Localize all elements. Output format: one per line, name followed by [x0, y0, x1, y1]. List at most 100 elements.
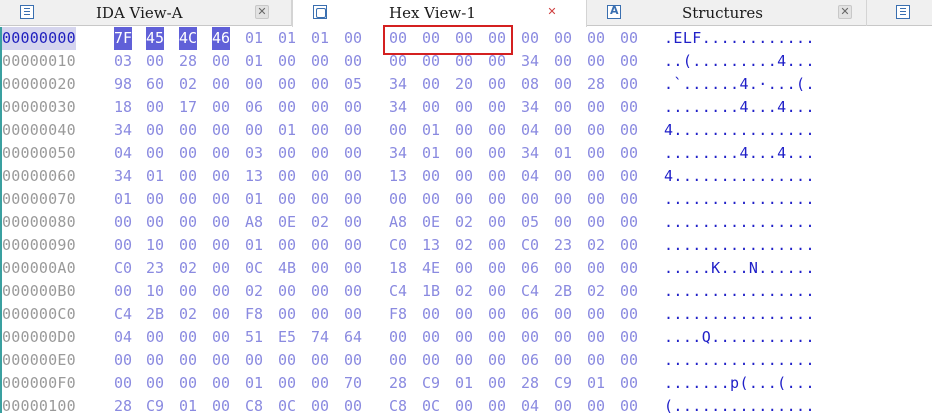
- hex-byte[interactable]: 00: [422, 326, 440, 349]
- hex-byte[interactable]: 00: [587, 349, 605, 372]
- hex-byte[interactable]: 00: [212, 372, 230, 395]
- hex-byte[interactable]: 00: [587, 96, 605, 119]
- hex-byte[interactable]: 00: [311, 395, 329, 413]
- hex-byte[interactable]: 00: [278, 372, 296, 395]
- hex-byte[interactable]: 00: [114, 349, 132, 372]
- hex-byte[interactable]: 00: [521, 188, 539, 211]
- hex-byte[interactable]: 00: [311, 188, 329, 211]
- hex-byte[interactable]: C4: [521, 280, 539, 303]
- hex-byte[interactable]: 00: [620, 257, 638, 280]
- hex-byte[interactable]: 00: [311, 50, 329, 73]
- hex-byte[interactable]: 28: [587, 73, 605, 96]
- hex-byte[interactable]: 00: [146, 349, 164, 372]
- hex-byte[interactable]: 00: [179, 326, 197, 349]
- hex-byte[interactable]: 00: [278, 96, 296, 119]
- hex-row[interactable]: 00000060 34 01 00 00 13 00 00 00 13 00 00 00 04 00 00 00…: [2, 165, 932, 188]
- hex-ascii[interactable]: ................: [664, 234, 815, 257]
- hex-byte[interactable]: 00: [620, 211, 638, 234]
- hex-byte[interactable]: 34: [521, 96, 539, 119]
- hex-byte[interactable]: 00: [278, 303, 296, 326]
- hex-byte[interactable]: 00: [620, 50, 638, 73]
- hex-byte[interactable]: 00: [455, 119, 473, 142]
- hex-byte[interactable]: 01: [587, 372, 605, 395]
- hex-row[interactable]: 00000020 98 60 02 00 00 00 00 05 34 00 20 00 08 00 28 00…: [2, 73, 932, 96]
- hex-byte[interactable]: 00: [521, 326, 539, 349]
- hex-byte[interactable]: 00: [587, 50, 605, 73]
- hex-byte[interactable]: 00: [114, 280, 132, 303]
- hex-ascii[interactable]: 4...............: [664, 165, 815, 188]
- hex-byte[interactable]: 00: [278, 234, 296, 257]
- hex-byte[interactable]: 00: [311, 372, 329, 395]
- hex-byte[interactable]: 00: [179, 234, 197, 257]
- hex-byte[interactable]: 00: [278, 165, 296, 188]
- hex-ascii[interactable]: ................: [664, 211, 815, 234]
- hex-byte[interactable]: 00: [620, 280, 638, 303]
- hex-byte[interactable]: 00: [344, 280, 362, 303]
- hex-byte[interactable]: F8: [389, 303, 407, 326]
- hex-byte[interactable]: 03: [114, 50, 132, 73]
- hex-byte[interactable]: 01: [278, 119, 296, 142]
- hex-row[interactable]: 00000040 34 00 00 00 00 01 00 00 00 01 00 00 04 00 00 00…: [2, 119, 932, 142]
- hex-row[interactable]: 00000100 28 C9 01 00 C8 0C 00 00 C8 0C 00 00 04 00 00 00…: [2, 395, 932, 413]
- hex-byte[interactable]: 00: [146, 372, 164, 395]
- hex-byte[interactable]: 01: [455, 372, 473, 395]
- hex-byte[interactable]: 00: [179, 142, 197, 165]
- hex-ascii[interactable]: ....Q...........: [664, 326, 815, 349]
- hex-byte[interactable]: C0: [389, 234, 407, 257]
- hex-byte[interactable]: 34: [521, 50, 539, 73]
- tab-ida-view-a[interactable]: IDA View-A ✕: [0, 0, 292, 26]
- hex-byte[interactable]: 04: [521, 395, 539, 413]
- hex-byte[interactable]: 00: [311, 142, 329, 165]
- hex-byte[interactable]: 00: [620, 395, 638, 413]
- hex-ascii[interactable]: ................: [664, 349, 815, 372]
- hex-byte[interactable]: 00: [554, 165, 572, 188]
- hex-byte[interactable]: 00: [146, 326, 164, 349]
- hex-byte[interactable]: 00: [344, 188, 362, 211]
- tab-structures[interactable]: Structures ✕: [587, 0, 867, 26]
- hex-byte[interactable]: 04: [521, 119, 539, 142]
- hex-byte[interactable]: 28: [521, 372, 539, 395]
- hex-byte[interactable]: C8: [389, 395, 407, 413]
- hex-ascii[interactable]: 4...............: [664, 119, 815, 142]
- hex-byte[interactable]: 00: [488, 303, 506, 326]
- hex-byte[interactable]: 13: [389, 165, 407, 188]
- hex-row[interactable]: 000000D0 04 00 00 00 51 E5 74 64 00 00 00 00 00 00 00 00…: [2, 326, 932, 349]
- hex-byte[interactable]: 00: [488, 119, 506, 142]
- hex-byte[interactable]: 00: [455, 257, 473, 280]
- hex-byte[interactable]: 02: [587, 280, 605, 303]
- hex-byte[interactable]: 08: [521, 73, 539, 96]
- hex-byte[interactable]: 00: [179, 372, 197, 395]
- hex-byte[interactable]: 02: [179, 73, 197, 96]
- hex-byte[interactable]: 1B: [422, 280, 440, 303]
- hex-byte[interactable]: 13: [422, 234, 440, 257]
- hex-byte[interactable]: 01: [245, 188, 263, 211]
- hex-byte[interactable]: 00: [488, 211, 506, 234]
- hex-byte[interactable]: 00: [554, 211, 572, 234]
- hex-byte[interactable]: A8: [245, 211, 263, 234]
- hex-byte[interactable]: 00: [344, 257, 362, 280]
- hex-byte[interactable]: 00: [389, 326, 407, 349]
- hex-byte[interactable]: 28: [114, 395, 132, 413]
- hex-byte[interactable]: 00: [620, 188, 638, 211]
- hex-byte[interactable]: 00: [488, 257, 506, 280]
- hex-byte[interactable]: 02: [587, 234, 605, 257]
- hex-byte[interactable]: 00: [620, 73, 638, 96]
- hex-byte[interactable]: 00: [179, 165, 197, 188]
- hex-byte[interactable]: 00: [455, 395, 473, 413]
- hex-byte[interactable]: A8: [389, 211, 407, 234]
- hex-byte[interactable]: 00: [455, 96, 473, 119]
- hex-byte[interactable]: 01: [422, 142, 440, 165]
- hex-byte[interactable]: 00: [620, 234, 638, 257]
- hex-byte[interactable]: 34: [114, 119, 132, 142]
- hex-row[interactable]: 00000070 01 00 00 00 01 00 00 00 00 00 00 00 00 00 00 00…: [2, 188, 932, 211]
- hex-byte[interactable]: 00: [488, 234, 506, 257]
- hex-ascii[interactable]: ..(.........4...: [664, 50, 815, 73]
- hex-byte[interactable]: 02: [179, 303, 197, 326]
- hex-byte[interactable]: 00: [311, 165, 329, 188]
- hex-byte[interactable]: 51: [245, 326, 263, 349]
- hex-byte[interactable]: 0C: [278, 395, 296, 413]
- hex-byte[interactable]: 00: [311, 119, 329, 142]
- hex-byte[interactable]: 00: [422, 73, 440, 96]
- hex-byte[interactable]: 0E: [422, 211, 440, 234]
- hex-byte[interactable]: 00: [422, 96, 440, 119]
